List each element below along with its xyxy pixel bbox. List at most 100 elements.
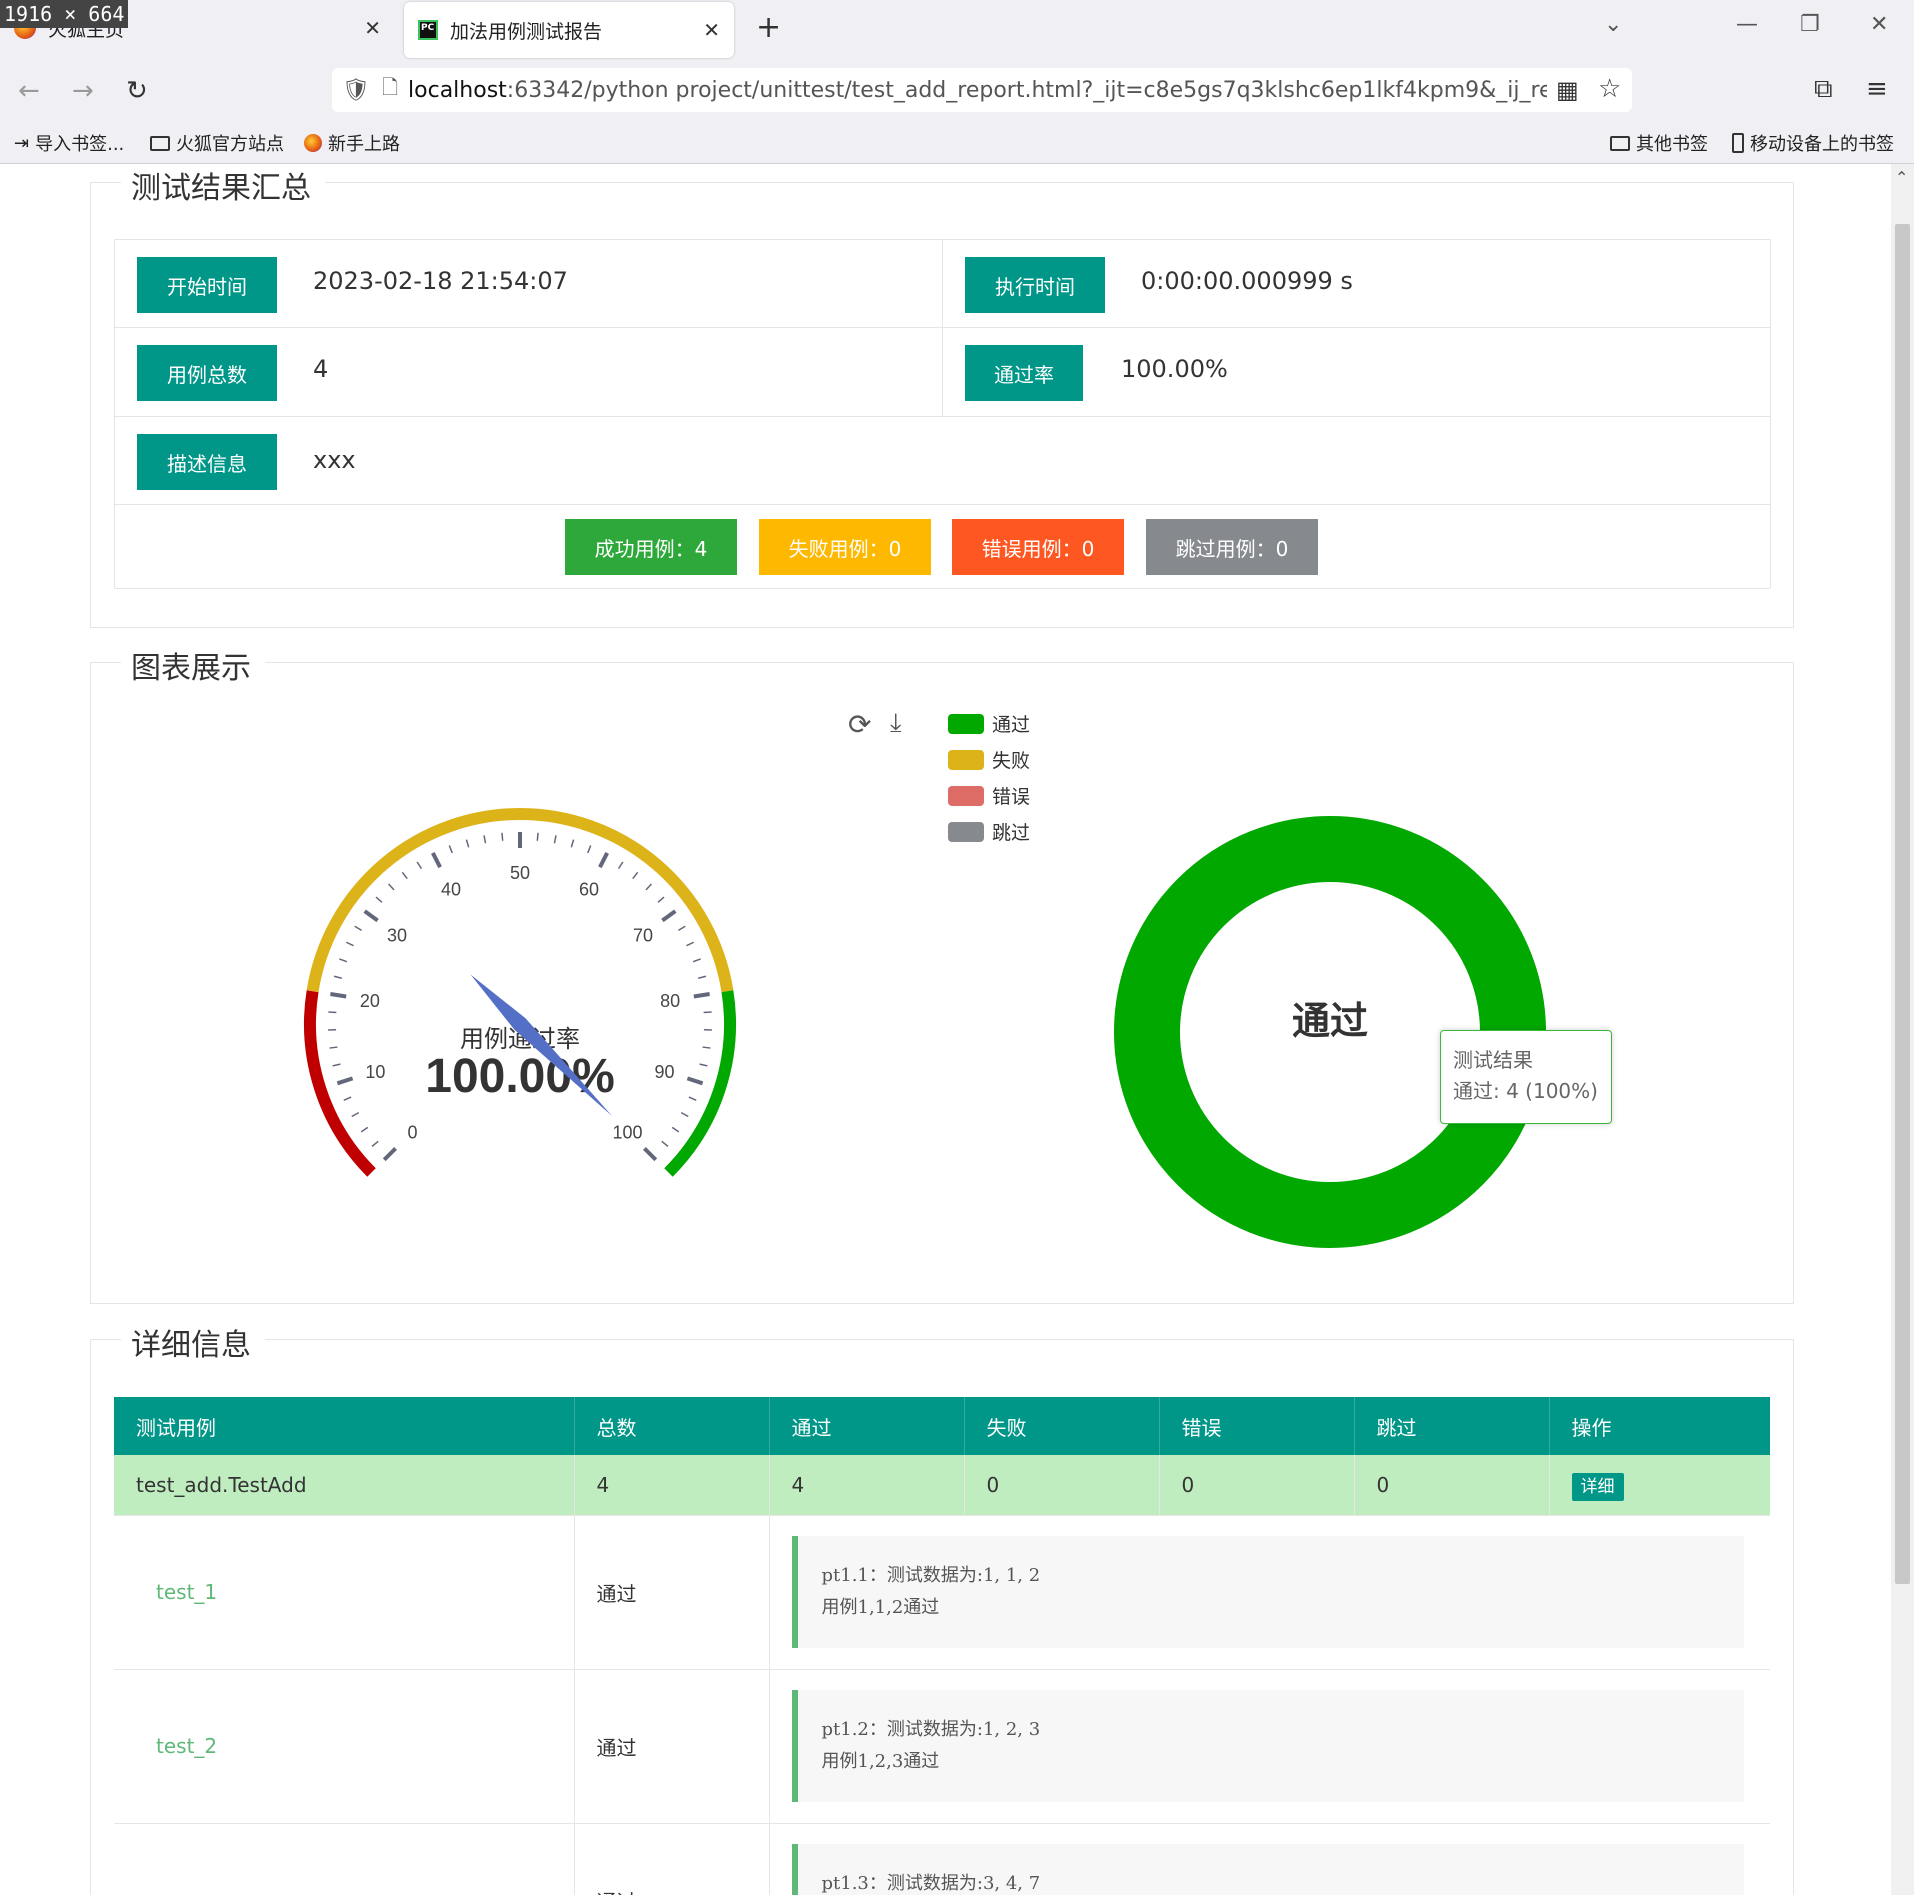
header-action: 操作 (1549, 1397, 1770, 1455)
gauge-minor-tick (553, 835, 557, 844)
vertical-scrollbar[interactable]: ⌃ (1891, 164, 1914, 1895)
minimize-icon[interactable]: — (1736, 12, 1758, 37)
window-close-icon[interactable]: ✕ (1870, 12, 1888, 37)
success-count-button[interactable]: 成功用例：4 (565, 519, 737, 575)
gauge-minor-tick (699, 1063, 708, 1067)
page-icon: 🗋 (381, 75, 399, 99)
gauge-major-tick (693, 991, 710, 999)
error-count-button[interactable]: 错误用例：0 (952, 519, 1124, 575)
bookmark-mobile[interactable]: 移动设备上的书签 (1732, 130, 1894, 156)
bookmark-other[interactable]: 其他书签 (1610, 130, 1708, 156)
bookmark-getting-started[interactable]: 新手上路 (304, 130, 400, 156)
gauge-major-tick (431, 852, 442, 869)
restore-icon[interactable]: ❐ (1800, 12, 1820, 37)
legend-item[interactable]: 错误 (948, 782, 1030, 809)
fail-count-button[interactable]: 失败用例：0 (759, 519, 931, 575)
extensions-icon[interactable]: ⧉ (1814, 74, 1833, 105)
gauge-major-tick (330, 991, 347, 999)
gauge-minor-tick (354, 925, 363, 931)
gauge-minor-tick (536, 832, 539, 841)
suite-total: 4 (574, 1455, 770, 1516)
table-header-row: 测试用例 总数 通过 失败 错误 跳过 操作 (114, 1397, 1770, 1455)
scrollbar-thumb[interactable] (1895, 224, 1910, 1584)
gauge-minor-tick (587, 845, 592, 854)
charts-title: 图表展示 (121, 643, 265, 687)
gauge-minor-tick (333, 975, 342, 979)
bookmark-import[interactable]: ⇥ 导入书签... (14, 130, 124, 156)
screen-size-label: 1916 × 664 (0, 0, 129, 28)
case-name[interactable]: test_1 (114, 1515, 575, 1670)
case-log-line: 用例1,1,2通过 (821, 1597, 940, 1618)
legend-item[interactable]: 跳过 (948, 818, 1030, 845)
case-log: pt1.3：测试数据为:3, 4, 7 (791, 1844, 1744, 1895)
total-value: 4 (313, 355, 329, 383)
start-time-value: 2023-02-18 21:54:07 (313, 267, 568, 295)
new-tab-icon[interactable]: + (756, 10, 781, 45)
refresh-icon[interactable]: ⟳ (848, 708, 871, 741)
gauge-minor-tick (702, 1046, 711, 1049)
tab-report[interactable]: PC 加法用例测试报告 ✕ (404, 2, 734, 58)
gauge-major-tick (643, 1147, 658, 1162)
details-table: 测试用例 总数 通过 失败 错误 跳过 操作 test_add.TestAdd … (114, 1397, 1770, 1895)
case-log: pt1.1：测试数据为:1, 1, 2 用例1,1,2通过 (791, 1536, 1744, 1648)
scroll-up-icon[interactable]: ⌃ (1895, 168, 1908, 187)
gauge-minor-tick (416, 861, 423, 870)
case-status: 通过 (574, 1823, 770, 1895)
details-title: 详细信息 (121, 1320, 265, 1364)
pass-rate-label: 通过率 (965, 345, 1083, 401)
start-time-label: 开始时间 (137, 257, 277, 313)
gauge-minor-tick (328, 1011, 337, 1014)
legend-item[interactable]: 通过 (948, 710, 1030, 737)
gauge-minor-tick (339, 958, 348, 963)
bookmark-star-icon[interactable]: ☆ (1598, 74, 1621, 104)
gauge-minor-tick (657, 896, 665, 903)
gauge-minor-tick (448, 845, 453, 854)
url-path: :63342/python project/unittest/test_add_… (506, 77, 1547, 103)
header-error: 错误 (1159, 1397, 1355, 1455)
table-row: test_add.TestAdd 4 4 0 0 0 详细 (114, 1455, 1770, 1516)
case-name[interactable] (114, 1823, 575, 1895)
legend-swatch (948, 749, 984, 770)
case-log-line: pt1.1：测试数据为:1, 1, 2 (821, 1565, 1041, 1586)
case-status: 通过 (574, 1515, 770, 1670)
detail-button[interactable]: 详细 (1571, 1473, 1624, 1502)
reload-icon[interactable]: ↻ (126, 76, 148, 106)
suite-fail: 0 (964, 1455, 1160, 1516)
case-log-cell: pt1.3：测试数据为:3, 4, 7 (769, 1823, 1770, 1895)
suite-error: 0 (1159, 1455, 1355, 1516)
menu-icon[interactable]: ≡ (1866, 74, 1888, 104)
back-icon[interactable]: ← (18, 76, 40, 106)
gauge-minor-tick (661, 1140, 669, 1147)
tab-label: 加法用例测试报告 (450, 20, 603, 43)
case-name[interactable]: test_2 (114, 1669, 575, 1824)
url-bar[interactable]: 🛡 🗋 localhost:63342/python project/unitt… (332, 68, 1632, 112)
gauge-minor-tick (329, 1046, 338, 1049)
case-log-line: pt1.2：测试数据为:1, 2, 3 (821, 1719, 1041, 1740)
legend-label: 错误 (992, 786, 1031, 808)
close-icon[interactable]: ✕ (364, 16, 381, 40)
gauge-minor-tick (483, 835, 487, 844)
gauge-minor-tick (360, 1126, 369, 1133)
legend-item[interactable]: 失败 (948, 746, 1030, 773)
gauge-tick-label: 0 (408, 1122, 418, 1142)
qr-code-icon[interactable]: ▦ (1556, 76, 1579, 104)
gauge-tick-label: 80 (660, 991, 680, 1011)
close-icon[interactable]: ✕ (703, 18, 720, 42)
desc-value: xxx (313, 446, 356, 474)
gauge-minor-tick (632, 871, 639, 880)
chevron-down-icon[interactable]: ⌄ (1604, 12, 1622, 37)
gauge-minor-tick (698, 975, 707, 979)
bookmark-firefox-site[interactable]: 火狐官方站点 (150, 130, 284, 156)
skip-count-button[interactable]: 跳过用例：0 (1146, 519, 1318, 575)
case-log: pt1.2：测试数据为:1, 2, 3 用例1,2,3通过 (791, 1690, 1744, 1802)
shield-icon[interactable]: 🛡 (342, 78, 370, 103)
gauge-tick-label: 60 (579, 880, 599, 900)
gauge-major-tick (363, 909, 379, 923)
gauge-major-tick (598, 852, 609, 869)
chart-tooltip: 测试结果 通过: 4 (100%) (1440, 1030, 1612, 1124)
forward-icon[interactable]: → (72, 76, 94, 106)
mobile-icon (1732, 133, 1744, 153)
download-icon[interactable]: ⤓ (890, 708, 902, 739)
case-status: 通过 (574, 1669, 770, 1824)
page-content: 测试结果汇总 开始时间 2023-02-18 21:54:07 执行时间 0:0… (0, 164, 1891, 1895)
